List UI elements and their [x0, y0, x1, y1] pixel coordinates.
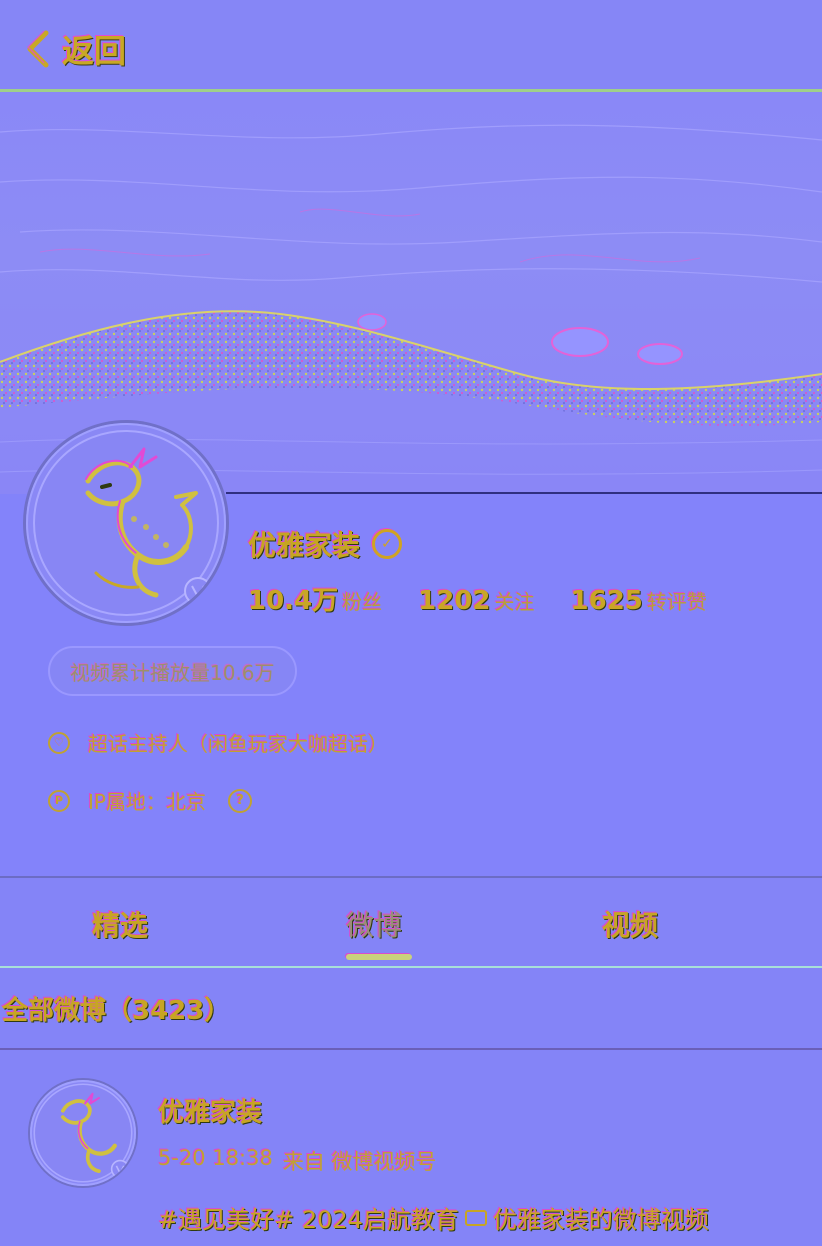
super-topic-text: 超话主持人（闲鱼玩家大咖超话） — [88, 732, 388, 756]
verified-icon[interactable]: ✓ — [372, 529, 403, 559]
stat-reposts-count: 1625 — [570, 586, 643, 616]
stat-followers[interactable]: 10.4万 粉丝 — [248, 580, 382, 617]
ip-location-text: IP属地：北京 — [88, 790, 206, 814]
profile-page: 返回 优雅家装 ✓ 10.4万 粉丝 1202 关注 1625 转评赞 视频累计… — [0, 0, 822, 1246]
profile-stats: 10.4万 粉丝 1202 关注 1625 转评赞 — [248, 580, 707, 617]
post-text: #遇见美好# 2024启航教育 优雅家装的微博视频 — [158, 1200, 822, 1235]
super-topic-row[interactable]: ♡ 超话主持人（闲鱼玩家大咖超话） — [48, 728, 388, 757]
stat-reposts[interactable]: 1625 转评赞 — [571, 586, 707, 616]
tab-featured[interactable]: 精选 — [92, 904, 148, 944]
post-source[interactable]: 来自 微博视频号 — [283, 1146, 437, 1176]
feed-filter: 全部微博（3423） — [0, 968, 822, 1050]
stat-following[interactable]: 1202 关注 — [418, 586, 534, 616]
stat-reposts-label: 转评赞 — [646, 590, 707, 614]
post-author-name[interactable]: 优雅家装 — [158, 1092, 262, 1129]
stat-following-count: 1202 — [418, 586, 491, 616]
post-avatar[interactable] — [30, 1080, 136, 1186]
post-meta: 5-20 18:38 来自 微博视频号 — [158, 1146, 437, 1176]
back-button[interactable]: 返回 — [24, 24, 126, 74]
stat-followers-label: 粉丝 — [342, 590, 383, 614]
location-icon: P — [48, 789, 70, 812]
all-weibo-filter[interactable]: 全部微博（3423） — [2, 990, 230, 1027]
post-time: 5-20 18:38 — [158, 1146, 273, 1170]
tab-weibo[interactable]: 微博 — [346, 904, 402, 944]
video-icon — [464, 1209, 487, 1226]
shield-icon: ♡ — [48, 731, 70, 754]
stat-followers-count: 10.4万 — [248, 586, 339, 616]
dragon-avatar-icon — [33, 430, 219, 616]
back-label: 返回 — [62, 32, 127, 70]
post-video-link[interactable]: 优雅家装的微博视频 — [493, 1200, 709, 1235]
ip-location-row: P IP属地：北京 ? — [48, 786, 252, 815]
active-tab-indicator — [346, 954, 412, 960]
stat-following-label: 关注 — [494, 590, 535, 614]
help-icon[interactable]: ? — [227, 788, 252, 813]
top-nav: 返回 — [0, 0, 822, 92]
profile-name: 优雅家装 ✓ — [248, 524, 403, 564]
post-hashtag[interactable]: #遇见美好# 2024启航教育 — [158, 1200, 459, 1235]
tab-video[interactable]: 视频 — [602, 904, 658, 944]
profile-tabs: 精选 微博 视频 — [0, 876, 822, 968]
dragon-avatar-icon — [33, 1083, 133, 1183]
play-count-badge: 视频累计播放量10.6万 — [48, 646, 297, 696]
chevron-left-icon — [26, 30, 49, 68]
avatar[interactable] — [26, 423, 226, 623]
profile-name-text: 优雅家装 — [248, 529, 361, 562]
